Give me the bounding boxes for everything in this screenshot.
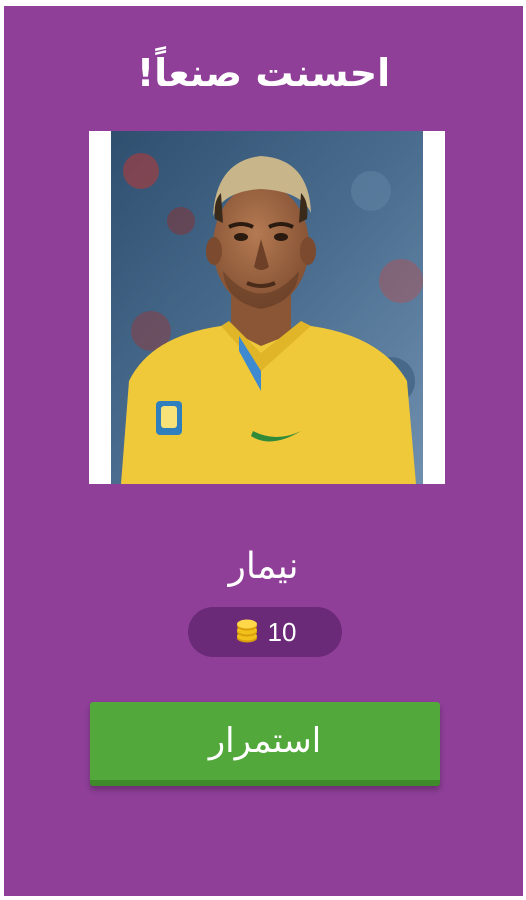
continue-button[interactable]: استمرار	[90, 702, 440, 786]
photo-card	[89, 131, 445, 484]
player-photo-illustration	[111, 131, 423, 484]
coin-reward-badge: 10	[188, 607, 342, 657]
coin-reward-value: 10	[267, 617, 297, 647]
coin-stack-icon	[236, 619, 257, 643]
page-title: احسنت صنعاً!	[136, 51, 391, 95]
player-photo	[111, 131, 423, 484]
answer-label: نيمار	[228, 546, 299, 587]
result-screen: احسنت صنعاً! نيمار 10 استمرار	[4, 6, 523, 896]
